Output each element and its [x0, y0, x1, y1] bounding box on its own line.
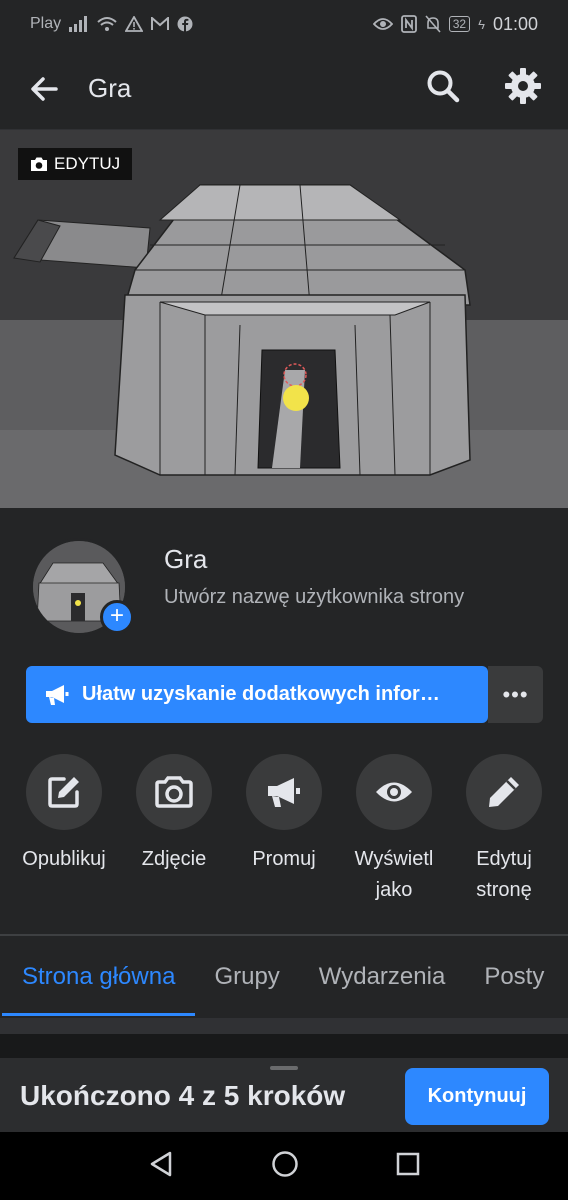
camera-icon: [155, 776, 193, 808]
nav-recents-button[interactable]: [396, 1152, 420, 1181]
app-bar: Gra: [0, 48, 568, 130]
eye-comfort-icon: [372, 18, 393, 30]
battery-icon: 32: [448, 16, 471, 32]
profile-section: + Gra Utwórz nazwę użytkownika strony Uł…: [0, 508, 568, 934]
progress-text: Ukończono 4 z 5 kroków: [20, 1080, 346, 1111]
compose-icon: [48, 777, 79, 808]
recents-square-icon: [396, 1152, 419, 1175]
drag-handle[interactable]: [270, 1066, 298, 1070]
search-button[interactable]: [426, 69, 460, 108]
edit-cover-label: EDYTUJ: [54, 154, 121, 173]
cta-label: Ułatw uzyskanie dodatkowych infor…: [82, 683, 440, 705]
clock: 01:00: [492, 13, 538, 34]
carrier-label: Play: [30, 15, 62, 32]
create-username-link[interactable]: Utwórz nazwę użytkownika strony: [164, 586, 464, 609]
tabs-separator: [0, 1018, 568, 1034]
signal-icon: [69, 16, 88, 32]
warning-icon: [125, 16, 144, 32]
back-button[interactable]: [26, 71, 62, 107]
action-promote[interactable]: Promuj: [232, 754, 336, 906]
tab-posts[interactable]: Posty: [484, 936, 544, 1018]
action-label: Wyświetl jako: [354, 848, 434, 901]
continue-button[interactable]: Kontynuuj: [405, 1068, 549, 1125]
action-view-as[interactable]: Wyświetl jako: [342, 754, 446, 906]
cta-button[interactable]: Ułatw uzyskanie dodatkowych infor…: [26, 666, 488, 723]
nfc-icon: [400, 15, 417, 33]
gear-icon: [505, 68, 541, 104]
nav-home-button[interactable]: [271, 1150, 299, 1183]
cover-photo[interactable]: EDYTUJ: [0, 130, 568, 508]
action-label: Promuj: [252, 848, 316, 870]
add-profile-photo-button[interactable]: +: [100, 600, 134, 634]
back-triangle-icon: [151, 1151, 172, 1176]
home-circle-icon: [272, 1150, 298, 1177]
page-title: Gra: [88, 73, 132, 103]
action-edit-page[interactable]: Edytuj stronę: [452, 754, 556, 906]
more-options-button[interactable]: •••: [488, 666, 543, 723]
search-icon: [427, 70, 460, 103]
status-bar: Play 32 ϟ 01:00: [0, 0, 568, 48]
system-nav-bar: [0, 1132, 568, 1200]
tab-events[interactable]: Wydarzenia: [319, 936, 446, 1018]
camera-icon: [31, 157, 47, 171]
nav-back-button[interactable]: [148, 1151, 174, 1182]
gmail-icon: [151, 17, 170, 30]
mute-icon: [425, 15, 441, 33]
tab-groups[interactable]: Grupy: [214, 936, 279, 1018]
action-label: Zdjęcie: [141, 848, 207, 870]
tab-home[interactable]: Strona główna: [1, 936, 196, 1018]
arrow-left-icon: [31, 76, 58, 101]
wifi-icon: [97, 17, 117, 31]
edit-cover-button[interactable]: EDYTUJ: [18, 148, 133, 180]
pencil-icon: [489, 777, 519, 807]
facebook-icon: [177, 16, 193, 32]
charging-icon: ϟ: [478, 16, 485, 32]
bunker-illustration: [0, 130, 568, 508]
eye-icon: [376, 782, 412, 802]
action-photo[interactable]: Zdjęcie: [122, 754, 226, 906]
page-name: Gra: [164, 544, 208, 574]
cta-row: Ułatw uzyskanie dodatkowych infor… •••: [26, 666, 543, 723]
page-actions: Opublikuj Zdjęcie Promuj Wyświetl jako E…: [0, 754, 568, 906]
action-label: Edytuj stronę: [476, 848, 532, 901]
action-label: Opublikuj: [22, 848, 106, 870]
settings-button[interactable]: [504, 67, 542, 110]
progress-banner: Ukończono 4 z 5 kroków Kontynuuj: [0, 1058, 568, 1132]
megaphone-icon: [268, 778, 300, 807]
page-tabs: Strona główna Grupy Wydarzenia Posty: [0, 936, 568, 1018]
megaphone-icon: [46, 684, 69, 705]
action-publish[interactable]: Opublikuj: [12, 754, 116, 906]
